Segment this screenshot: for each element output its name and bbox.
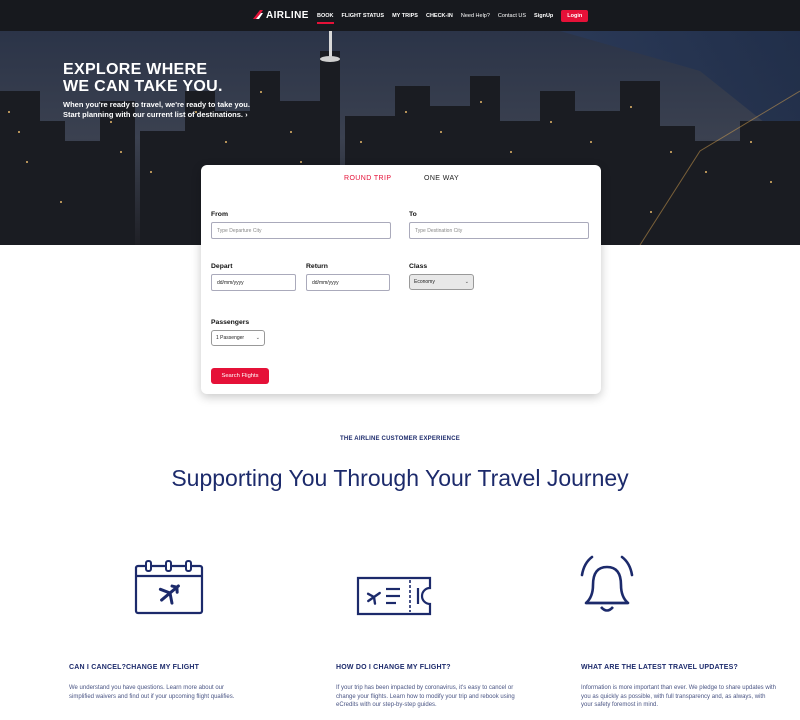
feature-text-updates: Information is more important than ever.… <box>581 685 776 708</box>
depart-date-input[interactable]: dd/mm/yyyy <box>211 274 296 291</box>
passengers-label: Passengers <box>211 319 250 326</box>
chevron-down-icon: ⌄ <box>464 279 469 285</box>
nav-link-flight-status[interactable]: FLIGHT STATUS <box>342 13 385 19</box>
class-select-value: Economy <box>414 279 435 285</box>
top-navbar: AIRLINE BOOK FLIGHT STATUS MY TRIPS CHEC… <box>0 0 800 31</box>
login-button[interactable]: Login <box>561 9 589 22</box>
airline-logo-text: AIRLINE <box>266 9 309 21</box>
airline-logo-icon <box>253 10 263 19</box>
class-label: Class <box>409 263 428 270</box>
nav-link-signup[interactable]: SignUp <box>534 13 553 19</box>
nav-link-book[interactable]: BOOK <box>317 13 334 24</box>
feature-title-cancel[interactable]: CAN I CANCEL?CHANGE MY FLIGHT <box>69 664 199 671</box>
calendar-plane-icon <box>134 560 204 615</box>
section-eyebrow: THE AIRLINE CUSTOMER EXPERIENCE <box>340 436 460 442</box>
nav-link-need-help[interactable]: Need Help? <box>461 13 490 19</box>
flight-booking-card: ROUND TRIP ONE WAY From Type Departure C… <box>201 165 601 394</box>
nav-links: BOOK FLIGHT STATUS MY TRIPS CHECK-IN Nee… <box>317 0 589 31</box>
trip-type-tabs: ROUND TRIP ONE WAY <box>201 175 601 187</box>
to-input[interactable]: Type Destination City <box>409 222 589 239</box>
tab-round-trip[interactable]: ROUND TRIP <box>344 175 391 182</box>
feature-text-cancel: We understand you have questions. Learn … <box>69 685 235 700</box>
depart-label: Depart <box>211 263 233 270</box>
feature-title-change[interactable]: HOW DO I CHANGE MY FLIGHT? <box>336 664 451 671</box>
ticket-icon <box>356 576 432 616</box>
hero-title-line1: EXPLORE WHERE <box>63 61 208 78</box>
nav-link-contact-us[interactable]: Contact US <box>498 13 526 19</box>
hero-subtitle-link[interactable]: When you're ready to travel, we're ready… <box>63 100 253 120</box>
passengers-select[interactable]: 1 Passenger ⌄ <box>211 330 265 346</box>
from-label: From <box>211 211 228 218</box>
hero-title-line2: WE CAN TAKE YOU. <box>63 78 223 95</box>
bell-icon <box>580 555 634 612</box>
airline-logo[interactable]: AIRLINE <box>252 6 309 24</box>
chevron-down-icon: ⌄ <box>255 335 260 341</box>
search-flights-button[interactable]: Search Flights <box>211 368 269 384</box>
passengers-select-value: 1 Passenger <box>216 335 245 341</box>
nav-link-my-trips[interactable]: MY TRIPS <box>392 13 418 19</box>
return-date-input[interactable]: dd/mm/yyyy <box>306 274 390 291</box>
feature-text-change: If your trip has been impacted by corona… <box>336 685 515 708</box>
from-input[interactable]: Type Departure City <box>211 222 391 239</box>
return-label: Return <box>306 263 328 270</box>
section-headline: Supporting You Through Your Travel Journ… <box>171 465 629 491</box>
nav-link-check-in[interactable]: CHECK-IN <box>426 13 453 19</box>
to-label: To <box>409 211 417 218</box>
hero-title: EXPLORE WHERE WE CAN TAKE YOU. <box>63 61 223 95</box>
feature-title-updates[interactable]: WHAT ARE THE LATEST TRAVEL UPDATES? <box>581 664 738 671</box>
class-select[interactable]: Economy ⌄ <box>409 274 474 290</box>
tab-one-way[interactable]: ONE WAY <box>424 175 459 182</box>
